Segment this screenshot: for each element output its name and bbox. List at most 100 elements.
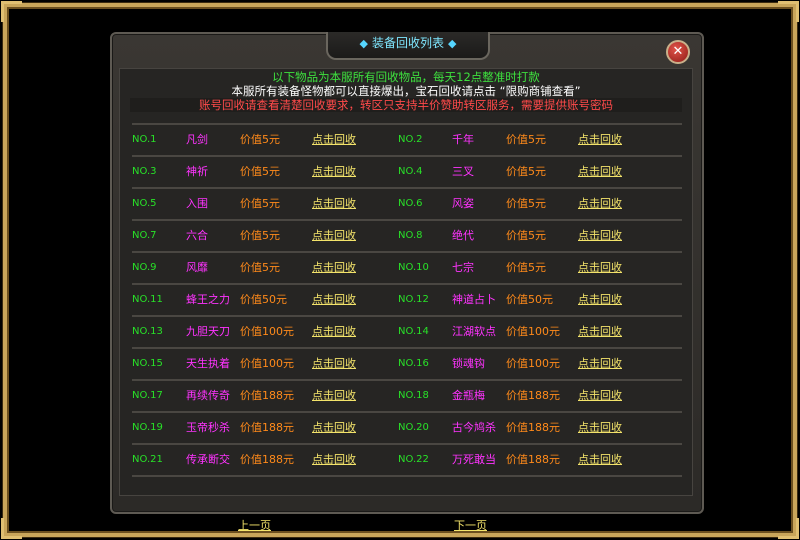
item-number: NO.6 <box>398 198 423 209</box>
item-value: 价值5元 <box>240 197 280 210</box>
item-value: 价值188元 <box>240 421 294 434</box>
item-value: 价值188元 <box>240 453 294 466</box>
item-name: 六合 <box>186 229 208 242</box>
close-icon: ✕ <box>672 44 684 59</box>
item-number: NO.15 <box>132 358 163 369</box>
item-value: 价值5元 <box>240 165 280 178</box>
table-row: NO.9 风靡 价值5元 点击回收 NO.10 七宗 价值5元 点击回收 <box>132 253 682 285</box>
notice-account: 账号回收请查看清楚回收要求，转区只支持半价赞助转区服务，需要提供账号密码 <box>130 98 682 112</box>
item-value: 价值188元 <box>506 421 560 434</box>
item-number: NO.4 <box>398 166 423 177</box>
table-row: NO.5 入围 价值5元 点击回收 NO.6 风姿 价值5元 点击回收 <box>132 189 682 221</box>
item-number: NO.13 <box>132 326 163 337</box>
frame-corner <box>778 518 799 539</box>
recycle-button[interactable]: 点击回收 <box>312 381 356 411</box>
item-name: 绝代 <box>452 229 474 242</box>
frame-corner <box>1 1 22 22</box>
item-name: 三叉 <box>452 165 474 178</box>
item-name: 万死敢当 <box>452 453 496 466</box>
table-row: NO.13 九胆天刀 价值100元 点击回收 NO.14 江湖软点 价值100元 点击回收 <box>132 317 682 349</box>
notice-payment: 以下物品为本服所有回收物品，每天12点整准时打款 <box>272 70 540 84</box>
table-row: NO.7 六合 价值5元 点击回收 NO.8 绝代 价值5元 点击回收 <box>132 221 682 253</box>
prev-page-link[interactable]: 上一页 <box>238 517 271 533</box>
item-value: 价值5元 <box>240 261 280 274</box>
item-value: 价值50元 <box>506 293 553 306</box>
recycle-button[interactable]: 点击回收 <box>312 157 356 187</box>
item-name: 九胆天刀 <box>186 325 230 338</box>
recycle-button[interactable]: 点击回收 <box>578 413 622 443</box>
recycle-button[interactable]: 点击回收 <box>578 349 622 379</box>
recycle-button[interactable]: 点击回收 <box>578 317 622 347</box>
table-row: NO.11 蜂王之力 价值50元 点击回收 NO.12 神道占卜 价值50元 点击回收 <box>132 285 682 317</box>
item-number: NO.12 <box>398 294 429 305</box>
table-row: NO.3 神祈 价值5元 点击回收 NO.4 三叉 价值5元 点击回收 <box>132 157 682 189</box>
item-value: 价值5元 <box>240 229 280 242</box>
item-name: 江湖软点 <box>452 325 496 338</box>
recycle-button[interactable]: 点击回收 <box>578 285 622 315</box>
recycle-button[interactable]: 点击回收 <box>312 285 356 315</box>
recycle-button[interactable]: 点击回收 <box>312 349 356 379</box>
recycle-button[interactable]: 点击回收 <box>578 157 622 187</box>
item-table: NO.1 凡剑 价值5元 点击回收 NO.2 千年 价值5元 点击回收 NO.3 神祈 价值5元 点击… <box>132 123 682 477</box>
close-button[interactable]: ✕ <box>666 40 690 64</box>
item-value: 价值100元 <box>240 357 294 370</box>
item-value: 价值100元 <box>506 325 560 338</box>
frame-corner <box>1 518 22 539</box>
recycle-button[interactable]: 点击回收 <box>312 445 356 475</box>
table-row: NO.19 玉帝秒杀 价值188元 点击回收 NO.20 古今鸠杀 价值188元 点击回收 <box>132 413 682 445</box>
recycle-button[interactable]: 点击回收 <box>312 317 356 347</box>
item-name: 千年 <box>452 133 474 146</box>
table-row: NO.1 凡剑 价值5元 点击回收 NO.2 千年 价值5元 点击回收 <box>132 123 682 157</box>
item-value: 价值188元 <box>506 453 560 466</box>
item-value: 价值5元 <box>506 165 546 178</box>
item-number: NO.8 <box>398 230 423 241</box>
content-area: 以下物品为本服所有回收物品，每天12点整准时打款 本服所有装备怪物都可以直接爆出… <box>119 68 693 532</box>
item-number: NO.19 <box>132 422 163 433</box>
diamond-icon: ◆ <box>359 37 368 50</box>
item-name: 传承断交 <box>186 453 230 466</box>
item-number: NO.11 <box>132 294 163 305</box>
item-name: 神祈 <box>186 165 208 178</box>
recycle-button[interactable]: 点击回收 <box>578 445 622 475</box>
recycle-button[interactable]: 点击回收 <box>578 381 622 411</box>
item-number: NO.9 <box>132 262 157 273</box>
item-name: 再续传奇 <box>186 389 230 402</box>
item-number: NO.7 <box>132 230 157 241</box>
item-number: NO.21 <box>132 454 163 465</box>
item-value: 价值5元 <box>506 197 546 210</box>
item-value: 价值188元 <box>240 389 294 402</box>
item-name: 神道占卜 <box>452 293 496 306</box>
recycle-button[interactable]: 点击回收 <box>578 253 622 283</box>
item-name: 入围 <box>186 197 208 210</box>
item-number: NO.1 <box>132 134 157 145</box>
dialog-title-text: 装备回收列表 <box>371 36 444 50</box>
item-name: 蜂王之力 <box>186 293 230 306</box>
frame-corner <box>778 1 799 22</box>
item-value: 价值5元 <box>506 133 546 146</box>
recycle-button[interactable]: 点击回收 <box>312 125 356 155</box>
item-number: NO.22 <box>398 454 429 465</box>
item-number: NO.17 <box>132 390 163 401</box>
recycle-button[interactable]: 点击回收 <box>578 189 622 219</box>
next-page-link[interactable]: 下一页 <box>454 517 487 533</box>
recycle-button[interactable]: 点击回收 <box>578 221 622 251</box>
recycle-button[interactable]: 点击回收 <box>312 189 356 219</box>
item-value: 价值188元 <box>506 389 560 402</box>
item-number: NO.20 <box>398 422 429 433</box>
item-name: 古今鸠杀 <box>452 421 496 434</box>
recycle-button[interactable]: 点击回收 <box>312 253 356 283</box>
item-name: 七宗 <box>452 261 474 274</box>
recycle-dialog: ◆ 装备回收列表 ◆ ✕ 以下物品为本服所有回收物品，每天12点整准时打款 本服所有… <box>110 32 704 532</box>
item-number: NO.16 <box>398 358 429 369</box>
table-row: NO.17 再续传奇 价值188元 点击回收 NO.18 金瓶梅 价值188元 点击回收 <box>132 381 682 413</box>
item-name: 风姿 <box>452 197 474 210</box>
dialog-title: ◆ 装备回收列表 ◆ <box>356 36 461 50</box>
table-row: NO.15 天生执着 价值100元 点击回收 NO.16 锁魂钩 价值100元 点击回收 <box>132 349 682 381</box>
recycle-button[interactable]: 点击回收 <box>312 221 356 251</box>
item-name: 天生执着 <box>186 357 230 370</box>
recycle-button[interactable]: 点击回收 <box>578 125 622 155</box>
item-number: NO.18 <box>398 390 429 401</box>
item-number: NO.3 <box>132 166 157 177</box>
recycle-button[interactable]: 点击回收 <box>312 413 356 443</box>
item-number: NO.5 <box>132 198 157 209</box>
